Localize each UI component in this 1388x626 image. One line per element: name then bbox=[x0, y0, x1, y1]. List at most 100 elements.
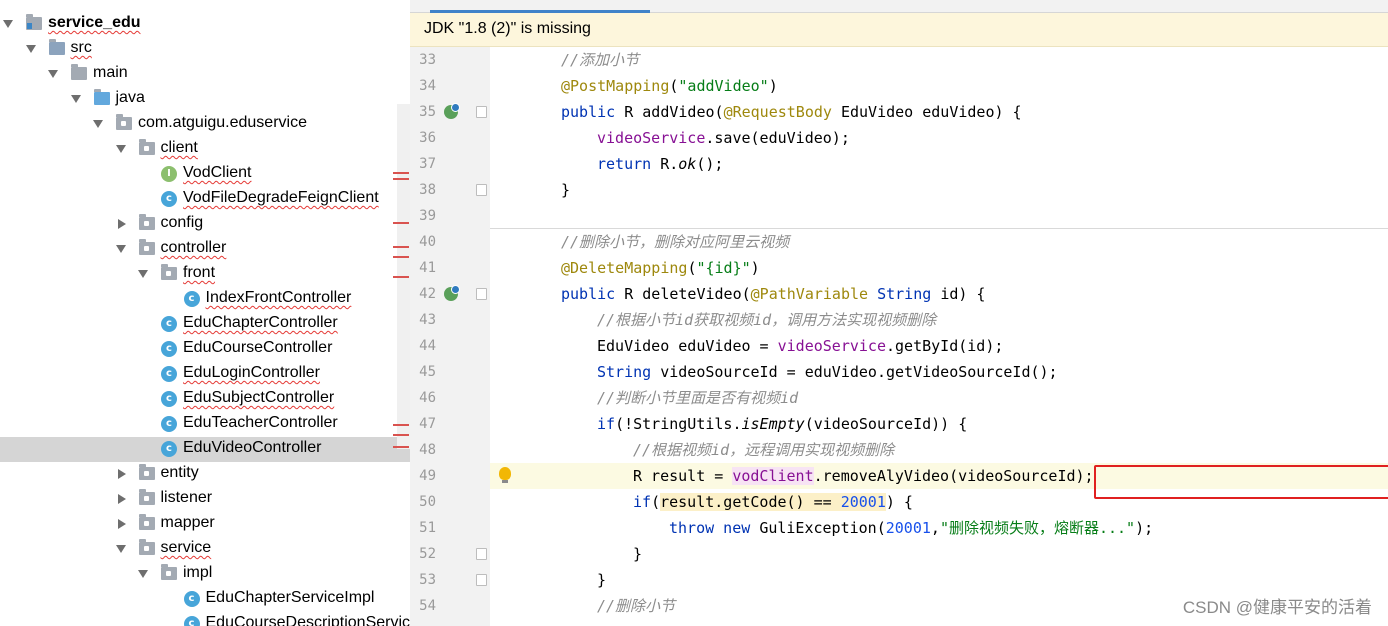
code-line[interactable]: } bbox=[490, 541, 1388, 567]
package-icon bbox=[161, 264, 177, 280]
code-line[interactable]: String videoSourceId = eduVideo.getVideo… bbox=[490, 359, 1388, 385]
tree-item[interactable]: config bbox=[0, 212, 410, 237]
tree-item[interactable]: c EduChapterServiceImpl bbox=[0, 587, 410, 612]
spring-mapping-icon[interactable] bbox=[444, 103, 460, 119]
fold-marker-icon[interactable] bbox=[476, 184, 487, 196]
tree-item[interactable]: c EduTeacherController bbox=[0, 412, 410, 437]
tree-item[interactable]: c EduLoginController bbox=[0, 362, 410, 387]
code-token: 20001 bbox=[840, 493, 886, 511]
code-line[interactable]: //添加小节 bbox=[490, 47, 1388, 73]
code-line[interactable]: //删除小节，删除对应阿里云视频 bbox=[490, 229, 1388, 255]
tab-edu-video-controller[interactable] bbox=[430, 0, 650, 13]
tree-item[interactable]: c EduCourseDescriptionServic bbox=[0, 612, 410, 626]
collapse-arrow-icon[interactable] bbox=[117, 519, 126, 529]
code-line[interactable]: EduVideo eduVideo = videoService.getById… bbox=[490, 333, 1388, 359]
package-icon bbox=[161, 564, 177, 580]
code-token: ( bbox=[651, 493, 661, 511]
code-token: .save(eduVideo); bbox=[705, 129, 850, 147]
expand-arrow-icon[interactable] bbox=[115, 245, 126, 253]
code-token: ); bbox=[1135, 519, 1154, 537]
code-line[interactable]: @DeleteMapping("{id}") bbox=[490, 255, 1388, 281]
package-icon bbox=[138, 514, 155, 530]
code-line[interactable] bbox=[490, 203, 1388, 229]
expand-arrow-icon[interactable] bbox=[138, 270, 148, 278]
code-token: return bbox=[597, 155, 661, 173]
tree-item[interactable]: service_edu bbox=[0, 12, 410, 37]
code-line[interactable]: if(!StringUtils.isEmpty(videoSourceId)) … bbox=[490, 411, 1388, 437]
tree-item[interactable]: I VodClient bbox=[0, 162, 410, 187]
tree-item[interactable]: entity bbox=[0, 462, 410, 487]
expand-arrow-icon[interactable] bbox=[138, 570, 148, 578]
line-number: 35 bbox=[419, 104, 436, 120]
code-line[interactable]: //判断小节里面是否有视频id bbox=[490, 385, 1388, 411]
expand-arrow-icon[interactable] bbox=[70, 95, 81, 103]
line-number: 43 bbox=[419, 312, 436, 328]
tree-item[interactable]: listener bbox=[0, 487, 410, 512]
code-token: vodClient bbox=[732, 467, 814, 485]
expand-arrow-icon[interactable] bbox=[115, 145, 126, 153]
package-icon bbox=[138, 489, 155, 505]
fold-marker-icon[interactable] bbox=[476, 288, 487, 300]
code-token: //添加小节 bbox=[561, 51, 640, 69]
tree-item[interactable]: client bbox=[0, 137, 410, 162]
expand-arrow-icon[interactable] bbox=[48, 70, 58, 78]
code-token: ok bbox=[678, 155, 697, 173]
fold-marker-icon[interactable] bbox=[476, 106, 487, 118]
tree-item-label: src bbox=[70, 39, 92, 56]
tree-item[interactable]: service bbox=[0, 537, 410, 562]
expand-arrow-icon[interactable] bbox=[3, 20, 13, 28]
tree-item[interactable]: c EduChapterController bbox=[0, 312, 410, 337]
tree-item-label: EduTeacherController bbox=[183, 414, 338, 431]
tree-item[interactable]: c IndexFrontController bbox=[0, 287, 410, 312]
code-line[interactable]: } bbox=[490, 567, 1388, 593]
tree-item[interactable]: java bbox=[0, 87, 410, 112]
tree-item[interactable]: c EduSubjectController bbox=[0, 387, 410, 412]
code-token: public bbox=[561, 285, 625, 303]
code-token: ) bbox=[750, 259, 760, 277]
tree-item[interactable]: src bbox=[0, 37, 410, 62]
collapse-arrow-icon[interactable] bbox=[117, 494, 126, 504]
tree-item[interactable]: front bbox=[0, 262, 410, 287]
fold-marker-icon[interactable] bbox=[476, 574, 487, 586]
code-line[interactable]: public R addVideo(@RequestBody EduVideo … bbox=[490, 99, 1388, 125]
line-number: 49 bbox=[419, 468, 436, 484]
code-token: ) { bbox=[885, 493, 913, 511]
code-token: //删除小节，删除对应阿里云视频 bbox=[561, 233, 790, 251]
tree-item[interactable]: c EduCourseController bbox=[0, 337, 410, 362]
expand-arrow-icon[interactable] bbox=[115, 545, 126, 553]
code-token: //根据小节id获取视频id，调用方法实现视频删除 bbox=[597, 311, 937, 329]
code-line[interactable]: } bbox=[490, 177, 1388, 203]
tree-item[interactable]: controller bbox=[0, 237, 410, 262]
class-icon: c bbox=[183, 591, 200, 607]
fold-marker-icon[interactable] bbox=[476, 548, 487, 560]
intention-bulb-icon[interactable] bbox=[499, 467, 511, 483]
class-icon: c bbox=[161, 416, 177, 432]
collapse-arrow-icon[interactable] bbox=[117, 219, 126, 229]
code-token: result.getCode() == bbox=[660, 493, 841, 511]
code-token: R. bbox=[660, 155, 679, 173]
code-line[interactable]: public R deleteVideo(@PathVariable Strin… bbox=[490, 281, 1388, 307]
line-number: 46 bbox=[419, 390, 436, 406]
line-number: 38 bbox=[419, 182, 436, 198]
expand-arrow-icon[interactable] bbox=[25, 45, 36, 53]
tree-item[interactable]: com.atguigu.eduservice bbox=[0, 112, 410, 137]
code-token: @PathVariable bbox=[750, 285, 878, 303]
code-line[interactable]: //根据小节id获取视频id，调用方法实现视频删除 bbox=[490, 307, 1388, 333]
package-icon bbox=[138, 239, 155, 255]
code-line[interactable]: videoService.save(eduVideo); bbox=[490, 125, 1388, 151]
tree-item[interactable]: impl bbox=[0, 562, 410, 587]
tree-item-label: VodClient bbox=[183, 164, 252, 181]
code-token: addVideo( bbox=[642, 103, 724, 121]
tree-item[interactable]: c EduVideoController bbox=[0, 437, 410, 462]
expand-arrow-icon[interactable] bbox=[93, 120, 103, 128]
spring-mapping-icon[interactable] bbox=[444, 285, 460, 301]
code-line[interactable]: return R.ok(); bbox=[490, 151, 1388, 177]
code-line[interactable]: @PostMapping("addVideo") bbox=[490, 73, 1388, 99]
collapse-arrow-icon[interactable] bbox=[117, 469, 126, 479]
code-token: R bbox=[624, 285, 643, 303]
tree-item[interactable]: c VodFileDegradeFeignClient bbox=[0, 187, 410, 212]
tree-item[interactable]: main bbox=[0, 62, 410, 87]
tree-item[interactable]: mapper bbox=[0, 512, 410, 537]
code-line[interactable]: throw new GuliException(20001,"删除视频失败，熔断… bbox=[490, 515, 1388, 541]
code-line[interactable]: //根据视频id，远程调用实现视频删除 bbox=[490, 437, 1388, 463]
